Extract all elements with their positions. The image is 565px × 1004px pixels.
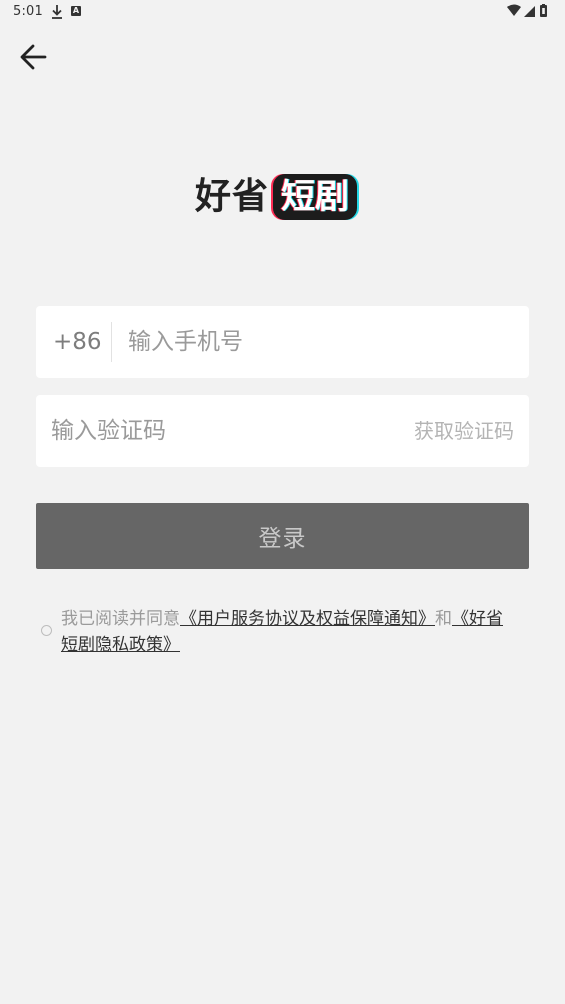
arrow-left-icon xyxy=(20,44,47,70)
phone-input-card: +86 xyxy=(36,306,529,378)
login-button[interactable]: 登录 xyxy=(36,503,529,569)
divider xyxy=(111,322,112,362)
app-logo: 好省 短剧 xyxy=(195,172,358,222)
user-agreement-link[interactable]: 《用户服务协议及权益保障通知》 xyxy=(180,609,435,629)
agreement-text: 我已阅读并同意《用户服务协议及权益保障通知》和《好省短剧隐私政策》 xyxy=(61,606,517,658)
login-button-label: 登录 xyxy=(258,526,307,552)
signal-icon xyxy=(524,6,535,17)
a-icon: A xyxy=(71,6,81,16)
code-input-card: 获取验证码 xyxy=(36,395,529,467)
agreement-prefix: 我已阅读并同意 xyxy=(61,609,180,629)
status-bar: 5:01 A xyxy=(0,0,565,24)
logo-badge: 短剧 xyxy=(273,174,358,220)
agreement-checkbox[interactable] xyxy=(41,625,52,636)
logo-text-badge: 短剧 xyxy=(281,177,350,217)
status-time: 5:01 xyxy=(13,4,43,19)
verification-code-input[interactable] xyxy=(51,413,351,449)
agreement-middle: 和 xyxy=(435,609,452,629)
country-code[interactable]: +86 xyxy=(53,328,102,356)
get-code-button[interactable]: 获取验证码 xyxy=(414,419,514,443)
status-icons xyxy=(507,4,547,17)
wifi-icon xyxy=(507,4,521,16)
phone-input[interactable] xyxy=(128,324,508,360)
logo-text-plain: 好省 xyxy=(195,176,270,217)
download-icon xyxy=(52,5,62,19)
back-button[interactable] xyxy=(14,38,52,76)
